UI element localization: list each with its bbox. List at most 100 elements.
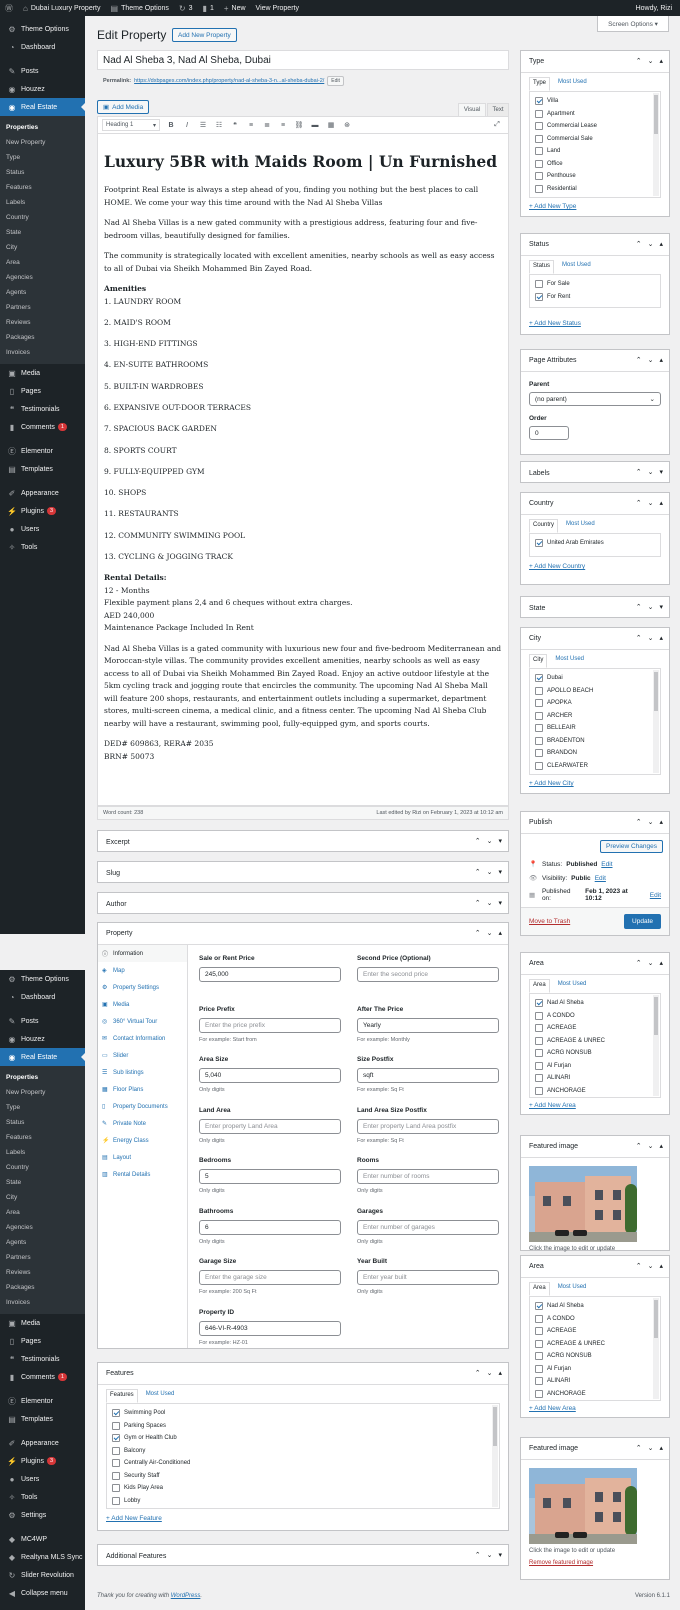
submenu-reviews[interactable]: Reviews xyxy=(0,1265,85,1280)
chevron-up-icon[interactable]: ⌃ xyxy=(636,468,642,476)
menu-real-estate[interactable]: ◉ Real Estate xyxy=(0,1048,85,1066)
menu-media[interactable]: ▣ Media xyxy=(0,364,85,382)
checkbox[interactable] xyxy=(535,159,543,168)
menu-templates[interactable]: ▤ Templates xyxy=(0,1410,85,1428)
account-menu[interactable]: Howdy, Rizi xyxy=(631,0,680,16)
checkbox[interactable] xyxy=(535,147,543,156)
add-new-feature-link[interactable]: + Add New Feature xyxy=(98,1509,508,1522)
toggle-icon[interactable]: ▴ xyxy=(659,634,663,642)
area-item[interactable]: ACRG NONSUB xyxy=(535,1350,655,1363)
add-new-country-link[interactable]: + Add New Country xyxy=(521,557,669,570)
align-right-icon[interactable]: ≡ xyxy=(278,122,288,129)
toggle-icon[interactable]: ▴ xyxy=(659,1142,663,1150)
type-item[interactable]: Land xyxy=(535,145,655,158)
wordpress-link[interactable]: WordPress xyxy=(171,1593,201,1599)
city-item[interactable]: APOPKA xyxy=(535,697,655,710)
align-center-icon[interactable]: ≣ xyxy=(262,121,272,129)
remove-featured-image-link[interactable]: Remove featured image xyxy=(521,1554,669,1566)
checkbox[interactable] xyxy=(535,1364,543,1373)
chevron-down-icon[interactable]: ⌄ xyxy=(648,499,654,507)
menu-dashboard[interactable]: ◔ Dashboard xyxy=(0,988,85,1006)
italic-icon[interactable]: I xyxy=(182,122,192,129)
status-edit-link[interactable]: Edit xyxy=(601,861,612,868)
scrollbar[interactable] xyxy=(653,670,659,773)
checkbox[interactable] xyxy=(535,1061,543,1070)
menu-appearance[interactable]: ✐ Appearance xyxy=(0,1434,85,1452)
move-to-trash-link[interactable]: Move to Trash xyxy=(529,918,570,925)
checkbox[interactable] xyxy=(535,674,543,683)
checkbox[interactable] xyxy=(535,736,543,745)
submenu-type[interactable]: Type xyxy=(0,1100,85,1115)
tab-status[interactable]: Status xyxy=(529,260,555,274)
chevron-down-icon[interactable]: ⌄ xyxy=(487,929,493,937)
chevron-down-icon[interactable]: ⌄ xyxy=(487,868,493,876)
chevron-up-icon[interactable]: ⌃ xyxy=(636,603,642,611)
checkbox[interactable] xyxy=(535,1352,543,1361)
toggle-icon[interactable]: ▴ xyxy=(659,1444,663,1452)
chevron-up-icon[interactable]: ⌃ xyxy=(636,818,642,826)
feature-item[interactable]: Balcony xyxy=(112,1445,494,1458)
add-new-status-link[interactable]: + Add New Status xyxy=(521,308,669,327)
city-item[interactable]: BRADENTON xyxy=(535,735,655,748)
menu-comments[interactable]: ▮ Comments 1 xyxy=(0,1368,85,1386)
menu-houzez[interactable]: ◉ Houzez xyxy=(0,1030,85,1048)
houzez-shortcode-icon[interactable]: ⊛ xyxy=(342,121,352,129)
featured-image[interactable] xyxy=(529,1468,637,1544)
menu-testimonials[interactable]: ❝ Testimonials xyxy=(0,1350,85,1368)
menu-posts[interactable]: ✎ Posts xyxy=(0,62,85,80)
submenu-status[interactable]: Status xyxy=(0,1115,85,1130)
type-item[interactable]: Penthouse xyxy=(535,170,655,183)
toggle-icon[interactable]: ▾ xyxy=(498,868,502,876)
menu-users[interactable]: ● Users xyxy=(0,1470,85,1488)
field-input[interactable]: Enter number of rooms xyxy=(357,1169,499,1184)
theme-options-link[interactable]: ▤ Theme Options xyxy=(106,0,174,16)
featured-image[interactable] xyxy=(529,1166,637,1242)
submenu-state[interactable]: State xyxy=(0,225,85,240)
chevron-down-icon[interactable]: ⌄ xyxy=(648,240,654,248)
menu-testimonials[interactable]: ❝ Testimonials xyxy=(0,400,85,418)
chevron-up-icon[interactable]: ⌃ xyxy=(636,634,642,642)
chevron-up-icon[interactable]: ⌃ xyxy=(636,1262,642,1270)
menu-posts[interactable]: ✎ Posts xyxy=(0,1012,85,1030)
checkbox[interactable] xyxy=(535,122,543,131)
menu-mc4wp[interactable]: ◆ MC4WP xyxy=(0,1530,85,1548)
toggle-icon[interactable]: ▾ xyxy=(498,899,502,907)
checkbox[interactable] xyxy=(112,1446,120,1455)
property-tab-map[interactable]: ◈ Map xyxy=(98,962,187,979)
area-item[interactable]: A CONDO xyxy=(535,1313,655,1326)
toggle-icon[interactable]: ▴ xyxy=(659,356,663,364)
menu-theme-options[interactable]: ⚙ Theme Options xyxy=(0,970,85,988)
chevron-up-icon[interactable]: ⌃ xyxy=(636,240,642,248)
chevron-up-icon[interactable]: ⌃ xyxy=(475,929,481,937)
type-item[interactable]: Commercial Lease xyxy=(535,120,655,133)
order-input[interactable]: 0 xyxy=(529,426,569,440)
submenu-status[interactable]: Status xyxy=(0,165,85,180)
submenu-partners[interactable]: Partners xyxy=(0,300,85,315)
submenu-invoices[interactable]: Invoices xyxy=(0,345,85,360)
toggle-icon[interactable]: ▴ xyxy=(659,1262,663,1270)
property-tab-slider[interactable]: ▭ Slider xyxy=(98,1047,187,1064)
checkbox[interactable] xyxy=(535,1339,543,1348)
tab-area[interactable]: Area xyxy=(529,979,550,993)
field-input[interactable]: sqft xyxy=(357,1068,499,1083)
chevron-down-icon[interactable]: ⌄ xyxy=(648,1142,654,1150)
collapse-menu[interactable]: ◀ Collapse menu xyxy=(0,1584,85,1602)
property-tab-media[interactable]: ▣ Media xyxy=(98,996,187,1013)
submenu-labels[interactable]: Labels xyxy=(0,195,85,210)
menu-tools[interactable]: ✧ Tools xyxy=(0,1488,85,1506)
field-input[interactable]: Enter property Land Area xyxy=(199,1118,341,1134)
area-item[interactable]: ALINARI xyxy=(535,1072,655,1085)
area-item[interactable]: Nad Al Sheba xyxy=(535,1300,655,1313)
checkbox[interactable] xyxy=(535,172,543,181)
submenu-partners[interactable]: Partners xyxy=(0,1250,85,1265)
toggle-icon[interactable]: ▾ xyxy=(659,468,663,476)
menu-plugins[interactable]: ⚡ Plugins 3 xyxy=(0,1452,85,1470)
updates-link[interactable]: ↻ 3 xyxy=(174,0,198,16)
menu-users[interactable]: ● Users xyxy=(0,520,85,538)
feature-item[interactable]: Security Staff xyxy=(112,1470,494,1483)
checkbox[interactable] xyxy=(112,1434,120,1443)
area-item[interactable]: ANCHORAGE xyxy=(535,1388,655,1401)
new-content-link[interactable]: + New xyxy=(219,0,251,16)
link-icon[interactable]: ⛓ xyxy=(294,121,304,129)
checkbox[interactable] xyxy=(535,134,543,143)
